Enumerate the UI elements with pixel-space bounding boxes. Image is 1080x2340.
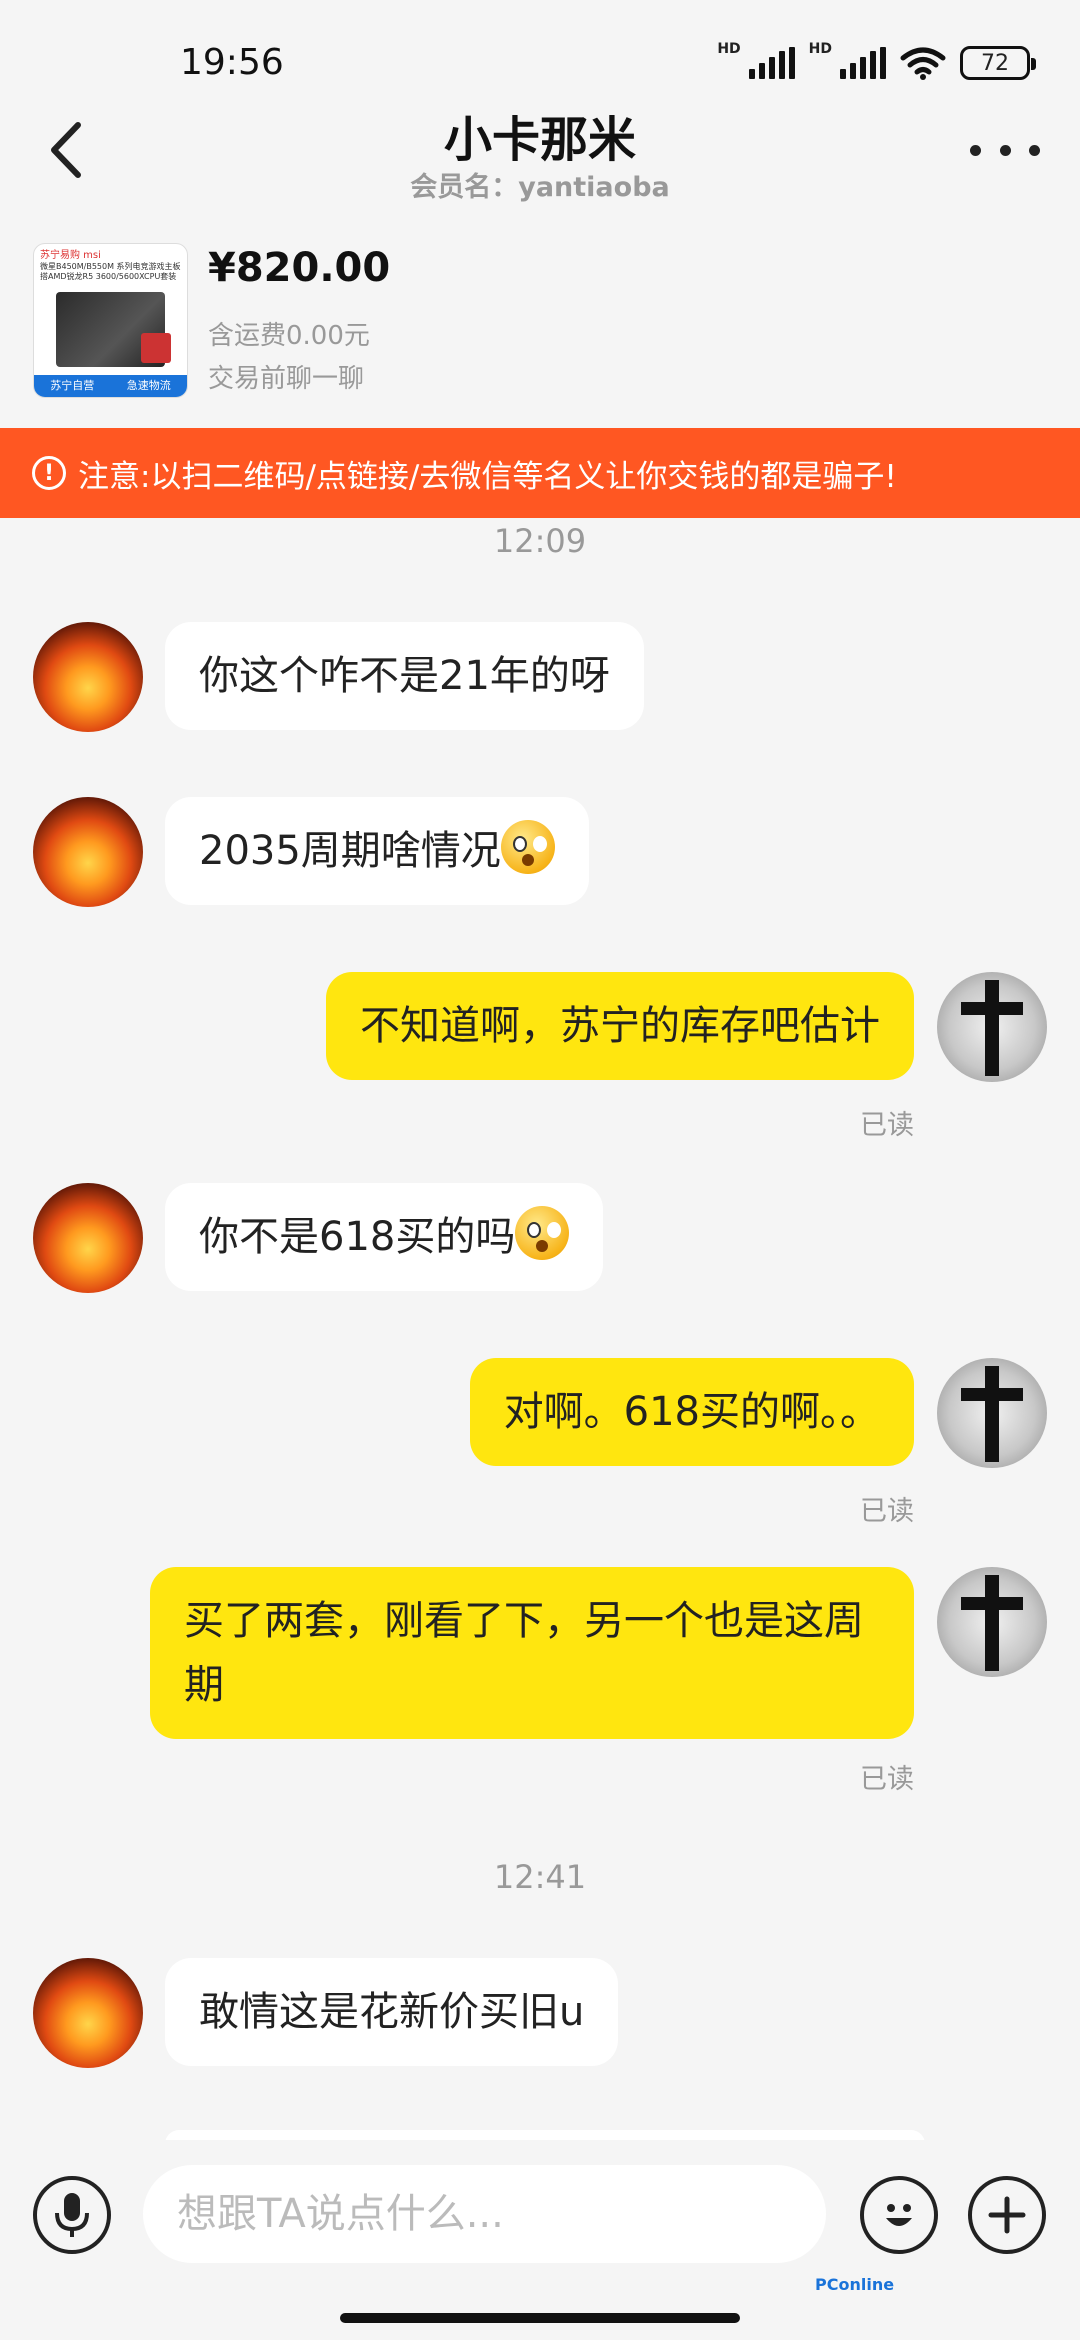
thumb-badge-fast: 急速物流 [126, 379, 171, 392]
shipping-fee: 含运费0.00元 [208, 321, 370, 351]
message-bubble-sent[interactable]: 对啊。618买的啊。。 [469, 1358, 914, 1466]
more-button[interactable] [970, 125, 1040, 175]
scam-warning-banner: ! 注意:以扫二维码/点链接/去微信等名义让你交钱的都是骗子! [0, 428, 1080, 518]
message-bubble-received[interactable]: 敢情这是花新价买旧u [165, 1958, 619, 2066]
message-input[interactable] [143, 2165, 826, 2263]
astonished-emoji-icon [500, 820, 555, 874]
motherboard-image [56, 292, 171, 367]
message-bubble-received[interactable]: 2035周期啥情况 [165, 797, 589, 905]
wifi-icon [900, 47, 946, 80]
avatar-other[interactable] [33, 1183, 143, 1293]
home-indicator[interactable] [340, 2313, 740, 2323]
message-bubble-received[interactable]: 你这个咋不是21年的呀 [165, 622, 644, 730]
message-text: 你不是618买的吗 [199, 1214, 516, 1260]
pre-chat-label: 交易前聊一聊 [208, 364, 365, 394]
more-icon [970, 144, 981, 156]
watermark-logo: PConline [815, 2275, 895, 2294]
read-receipt: 已读 [860, 1110, 914, 1141]
chat-title: 小卡那米 [443, 112, 636, 168]
avatar-self[interactable] [937, 1567, 1047, 1677]
status-time: 19:56 [180, 42, 284, 83]
chat-header: 小卡那米 会员名：yantiaoba [0, 95, 1080, 210]
voice-button[interactable] [33, 2176, 111, 2254]
product-image[interactable]: 苏宁易购 msi 微星B450M/B550M 系列电竞游戏主板搭AMD锐龙R5 … [33, 243, 188, 398]
battery-icon: 72 [960, 46, 1036, 80]
avatar-other[interactable] [33, 622, 143, 732]
time-separator: 12:09 [493, 522, 587, 560]
warning-text: 注意:以扫二维码/点链接/去微信等名义让你交钱的都是骗子! [78, 458, 897, 495]
thumb-badge-self: 苏宁自营 [50, 379, 95, 392]
status-icons: HD HD 72 [717, 38, 1036, 88]
signal-icon [748, 47, 795, 79]
emoji-icon [886, 2204, 912, 2226]
product-price: ¥820.00 [208, 245, 391, 291]
thumb-brand: 苏宁易购 msi [40, 250, 101, 261]
avatar-other[interactable] [33, 797, 143, 907]
hd-label: HD [717, 41, 741, 57]
plus-icon [988, 2196, 1026, 2234]
read-receipt: 已读 [860, 1764, 914, 1795]
emoji-button[interactable] [860, 2176, 938, 2254]
thumb-description: 微星B450M/B550M 系列电竞游戏主板搭AMD锐龙R5 3600/5600… [40, 262, 181, 281]
avatar-self[interactable] [937, 972, 1047, 1082]
message-bubble-received[interactable]: 你不是618买的吗 [165, 1183, 604, 1291]
avatar-other[interactable] [33, 1958, 143, 2068]
read-receipt: 已读 [860, 1496, 914, 1527]
hd-label-2: HD [808, 41, 832, 57]
message-text: 2035周期啥情况 [199, 828, 501, 874]
time-separator: 12:41 [493, 1858, 587, 1896]
sweat-emoji-icon [515, 1206, 570, 1260]
alert-icon: ! [32, 456, 66, 490]
product-card[interactable]: 苏宁易购 msi 微星B450M/B550M 系列电竞游戏主板搭AMD锐龙R5 … [0, 235, 1080, 410]
thumb-badges: 苏宁自营 急速物流 [34, 375, 187, 397]
signal-icon-2 [840, 47, 886, 79]
message-bubble-sent[interactable]: 不知道啊，苏宁的库存吧估计 [326, 972, 914, 1080]
input-bar [0, 2140, 1080, 2340]
member-name: 会员名：yantiaoba [410, 172, 670, 203]
message-bubble-sent[interactable]: 买了两套，刚看了下，另一个也是这周期 [150, 1567, 914, 1739]
microphone-icon [55, 2193, 89, 2237]
more-actions-button[interactable] [968, 2176, 1046, 2254]
avatar-self[interactable] [937, 1358, 1047, 1468]
